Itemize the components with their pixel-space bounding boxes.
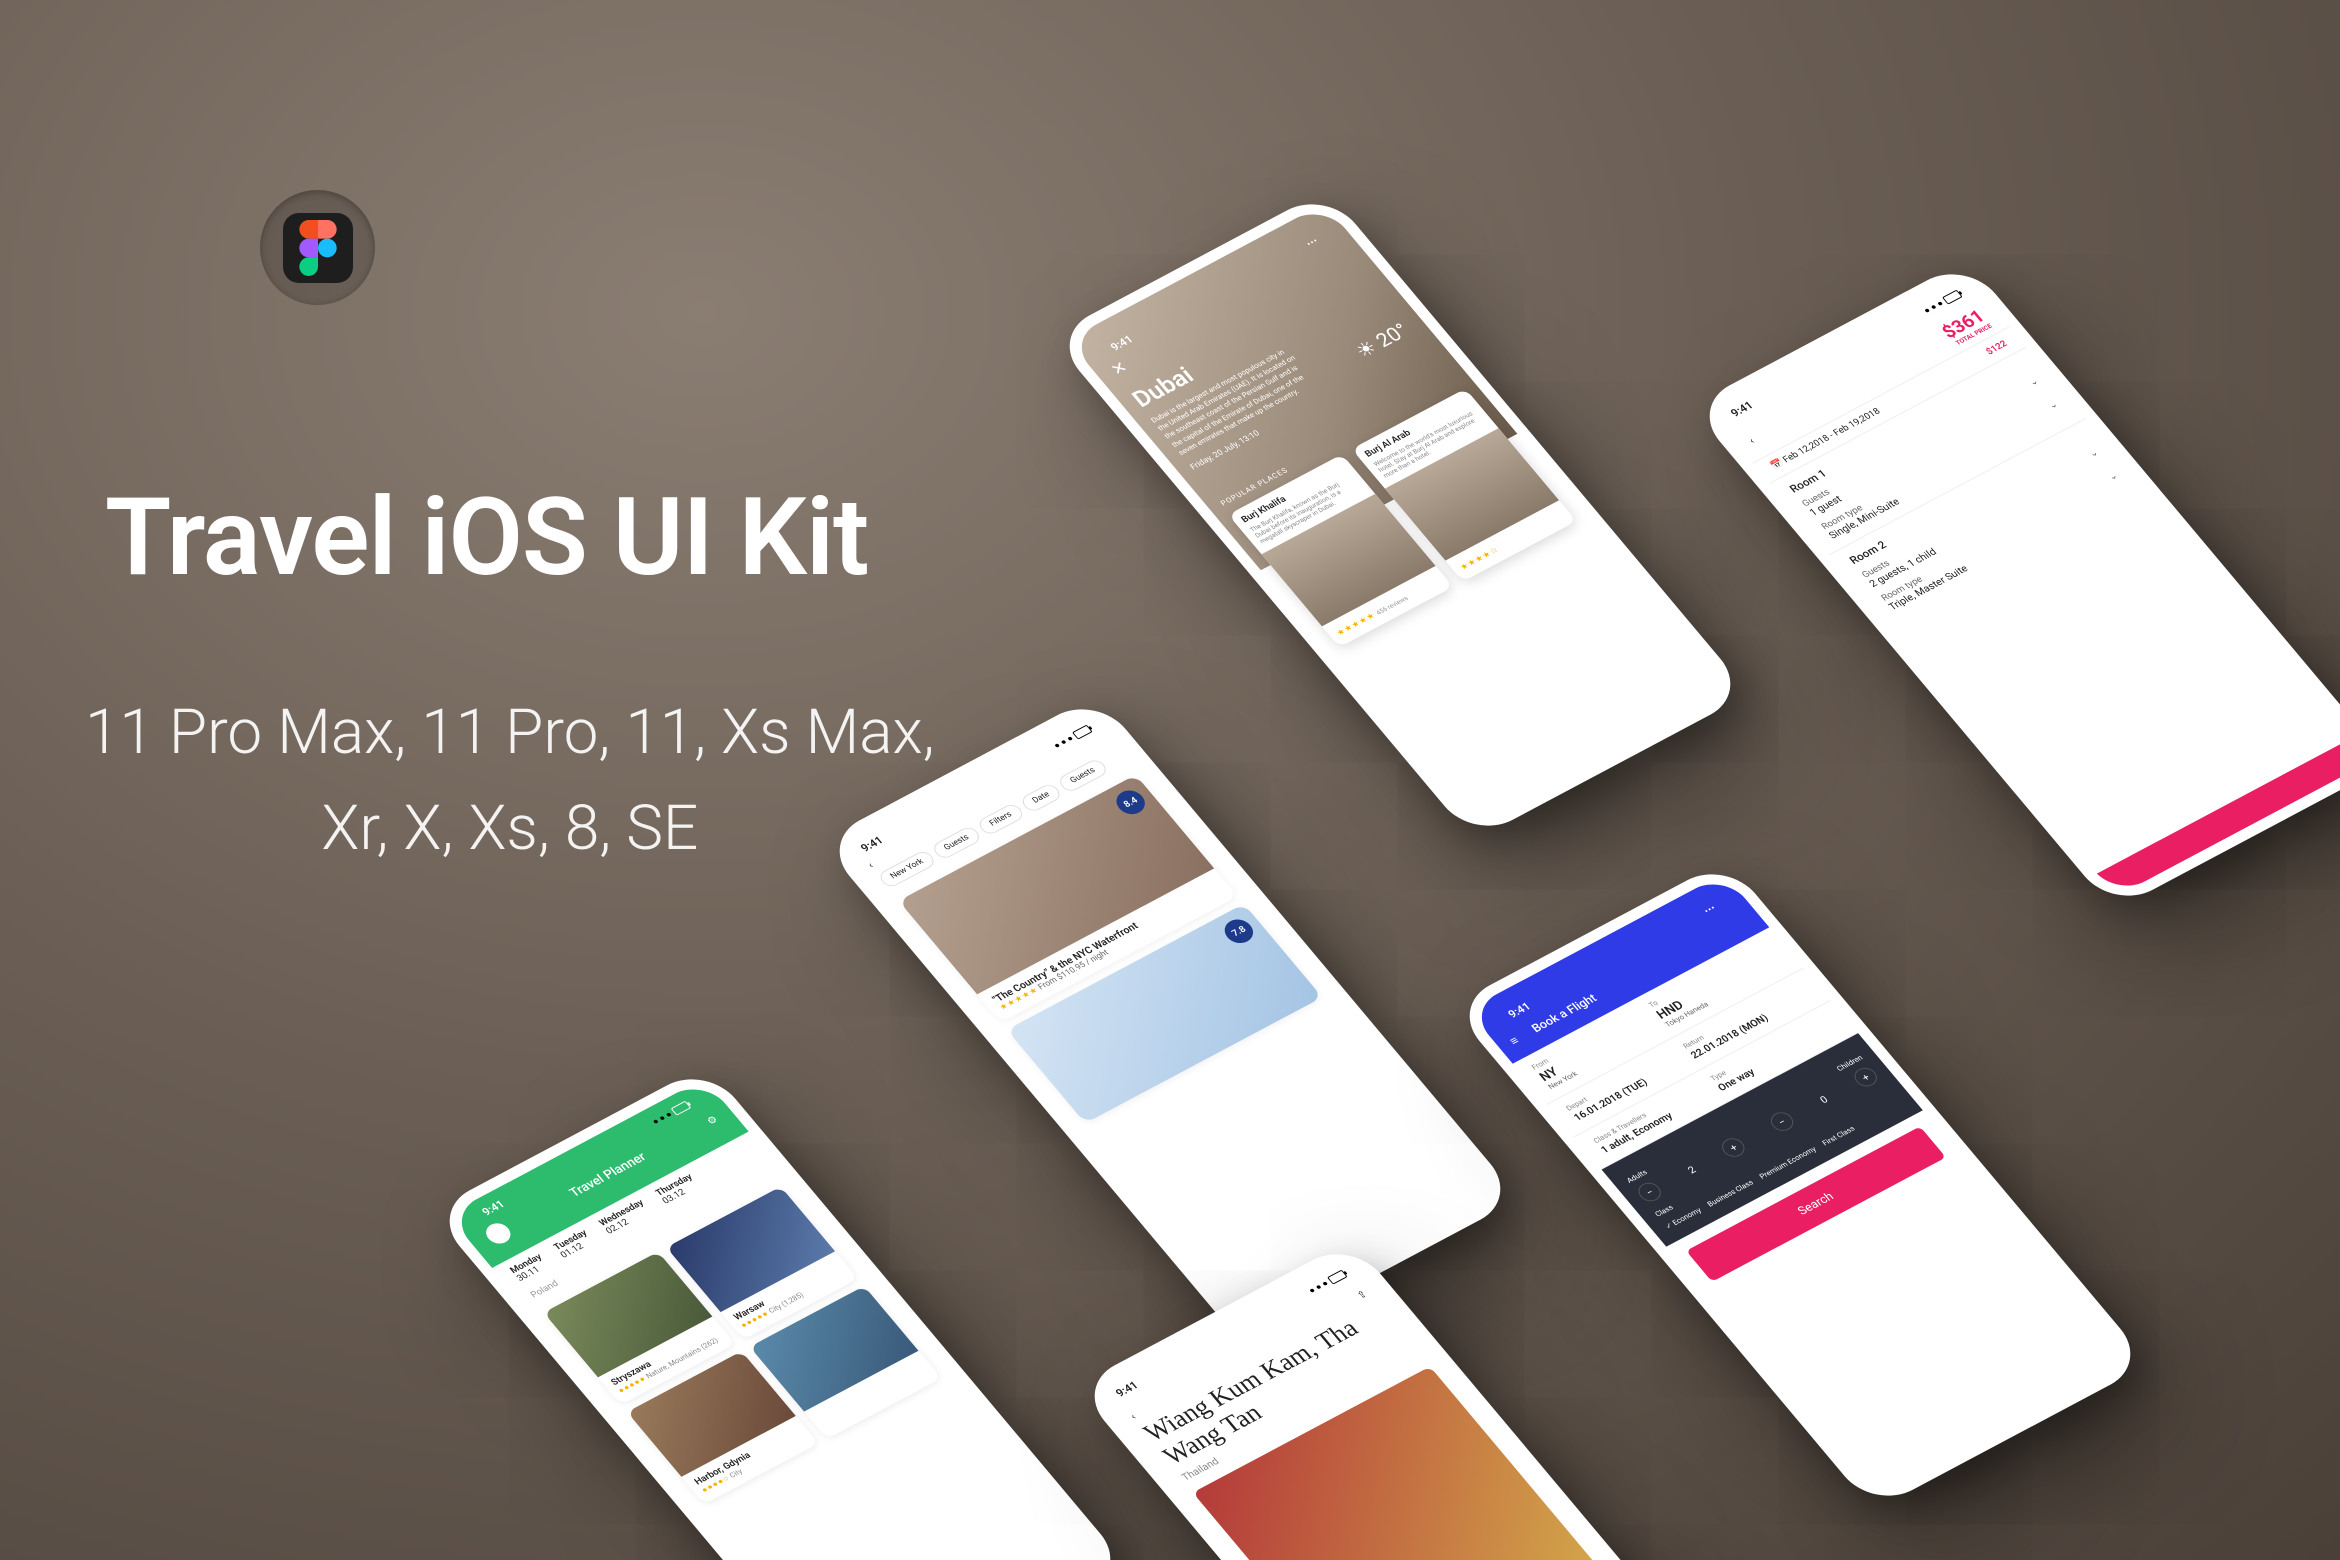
minus-button[interactable]: − <box>1634 1179 1665 1204</box>
mockup-city-detail: 9:41⋯ ✕ Dubai Dubai is the largest and m… <box>1050 189 1749 840</box>
settings-icon[interactable]: ⚙ <box>704 1113 720 1127</box>
rating-badge: 7.8 <box>1219 915 1259 947</box>
rating-badge: 8.4 <box>1111 786 1151 818</box>
mockup-hotel-listing: 9:41 ‹ New York Guests Filters Date Gues… <box>820 694 1519 1345</box>
mockup-room-booking: 9:41 ‹$361TOTAL PRICE 📅 Feb 12,2018 - Fe… <box>1690 259 2340 910</box>
mockup-travel-planner: 9:41 Travel Planner⚙ Monday30.11 Tuesday… <box>430 1064 1129 1560</box>
mockup-book-flight: 9:41⋯ ≡Book a Flight FromNYNew York ToHN… <box>1450 859 2149 1510</box>
menu-icon[interactable]: ≡ <box>1506 1034 1522 1049</box>
plus-button[interactable]: + <box>1718 1135 1749 1160</box>
mockup-place-detail: 9:41 ‹⇪ Wiang Kum Kam, Tha Wang Tan Thai… <box>1075 1239 1774 1560</box>
avatar[interactable] <box>481 1220 515 1248</box>
book-button[interactable] <box>2097 737 2340 897</box>
minus-button[interactable]: − <box>1766 1109 1797 1134</box>
back-icon[interactable]: ‹ <box>1746 435 1757 446</box>
back-icon[interactable]: ‹ <box>1128 1411 1139 1422</box>
back-icon[interactable]: ‹ <box>865 860 876 871</box>
close-icon[interactable]: ✕ <box>1107 358 1132 380</box>
status-time: 9:41 <box>1108 333 1136 353</box>
plus-button[interactable]: + <box>1850 1064 1881 1089</box>
